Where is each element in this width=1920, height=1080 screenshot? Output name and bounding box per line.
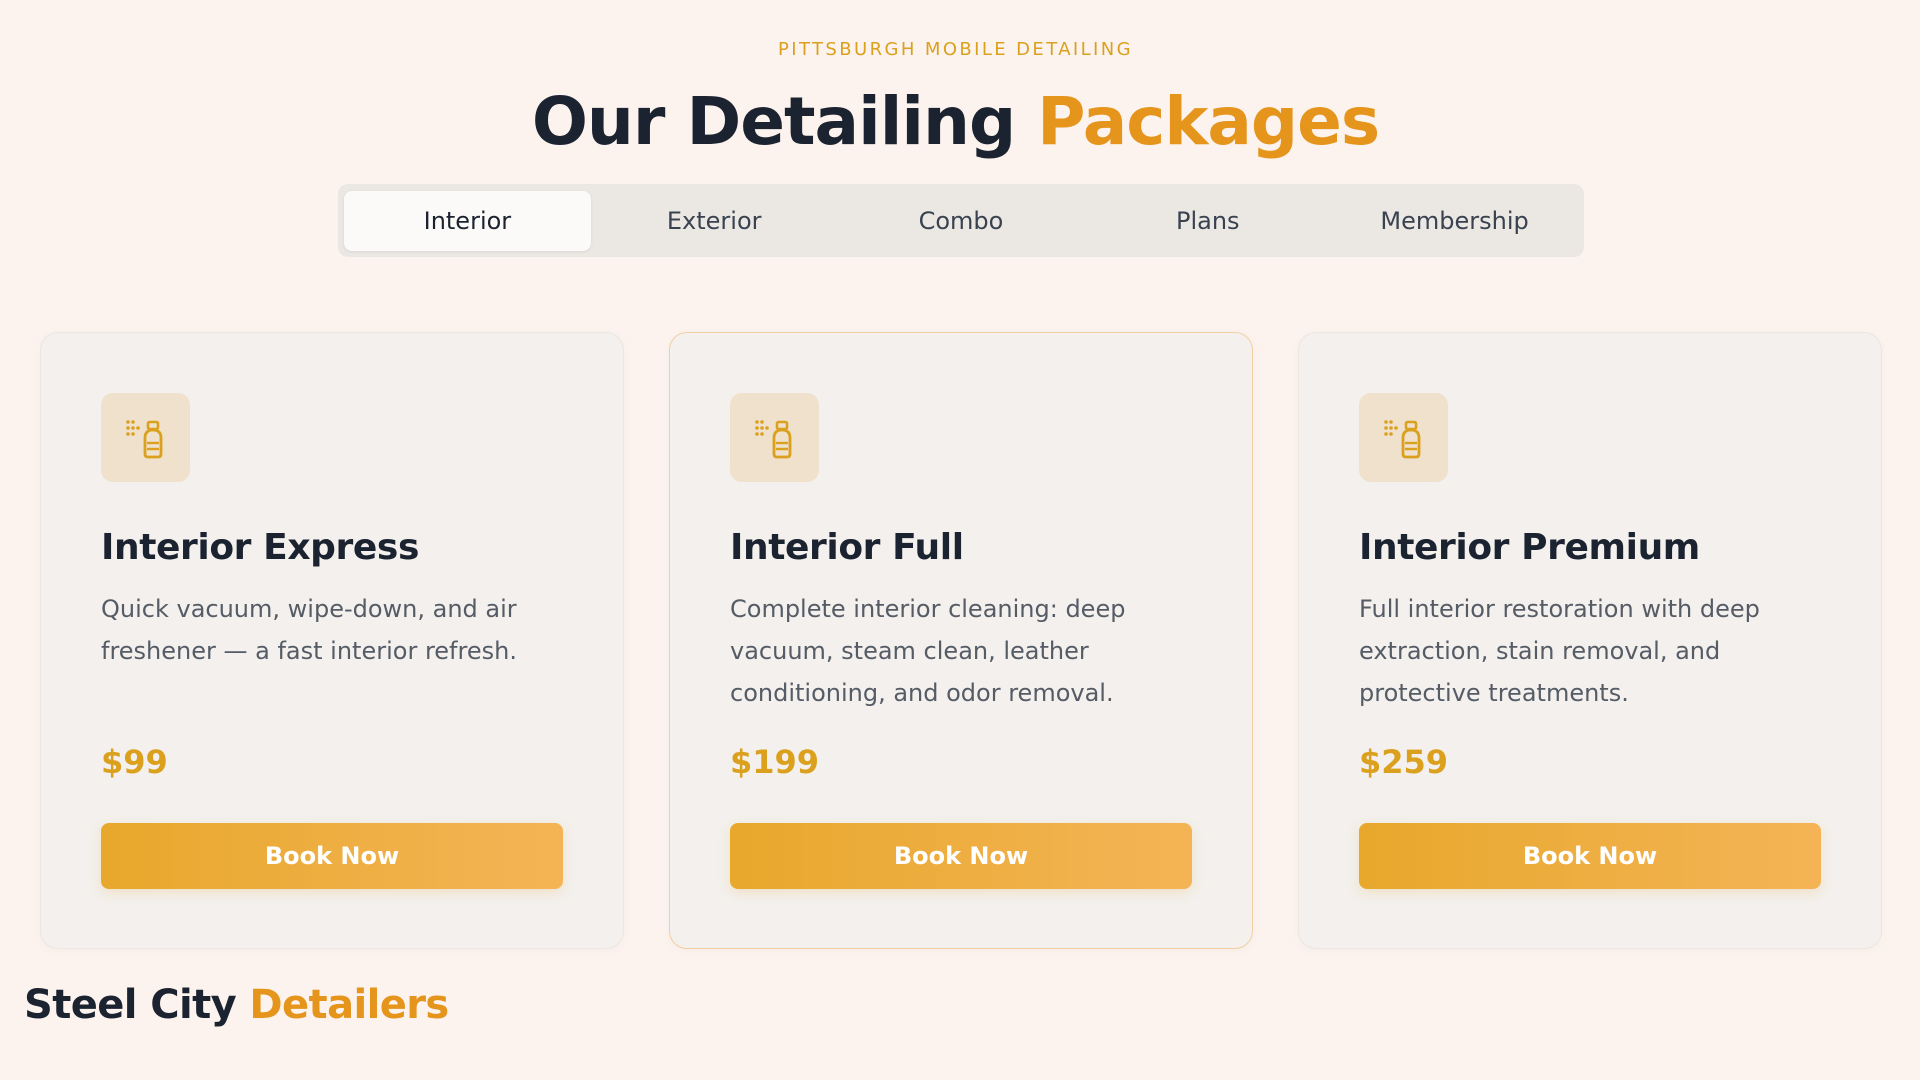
brand-name-main: Steel City — [24, 982, 250, 1028]
spray-bottle-icon — [1359, 393, 1448, 482]
package-description: Complete interior cleaning: deep vacuum,… — [730, 595, 1126, 707]
tab-combo[interactable]: Combo — [838, 191, 1085, 251]
section-eyebrow: PITTSBURGH MOBILE DETAILING — [778, 39, 1133, 60]
tab-membership[interactable]: Membership — [1331, 191, 1578, 251]
brand-logo[interactable]: Steel City Detailers — [24, 982, 449, 1028]
package-description: Full interior restoration with deep extr… — [1359, 595, 1760, 707]
section-title-main: Our Detailing — [531, 83, 1038, 160]
package-cards: Interior Express Quick vacuum, wipe-down… — [40, 332, 1882, 949]
package-card-interior-premium: Interior Premium Full interior restorati… — [1298, 332, 1882, 949]
package-card-interior-full: Interior Full Complete interior cleaning… — [669, 332, 1253, 949]
package-tabs: Interior Exterior Combo Plans Membership — [338, 184, 1584, 257]
section-title-accent: Packages — [1037, 83, 1380, 160]
book-now-button[interactable]: Book Now — [1359, 823, 1821, 889]
package-title: Interior Express — [101, 527, 419, 568]
package-description: Quick vacuum, wipe-down, and air freshen… — [101, 595, 517, 665]
tab-exterior[interactable]: Exterior — [591, 191, 838, 251]
section-title: Our Detailing Packages — [0, 80, 1911, 164]
package-price: $199 — [730, 743, 820, 781]
brand-name-accent: Detailers — [249, 982, 449, 1028]
spray-bottle-icon — [730, 393, 819, 482]
book-now-button[interactable]: Book Now — [730, 823, 1192, 889]
package-title: Interior Premium — [1359, 527, 1700, 568]
package-title: Interior Full — [730, 527, 964, 568]
book-now-button[interactable]: Book Now — [101, 823, 563, 889]
tab-plans[interactable]: Plans — [1084, 191, 1331, 251]
page: PITTSBURGH MOBILE DETAILING Our Detailin… — [0, 0, 1920, 1080]
package-price: $259 — [1359, 743, 1449, 781]
package-price: $99 — [101, 743, 168, 781]
spray-bottle-icon — [101, 393, 190, 482]
tab-interior[interactable]: Interior — [344, 190, 591, 251]
package-card-interior-express: Interior Express Quick vacuum, wipe-down… — [40, 332, 624, 949]
